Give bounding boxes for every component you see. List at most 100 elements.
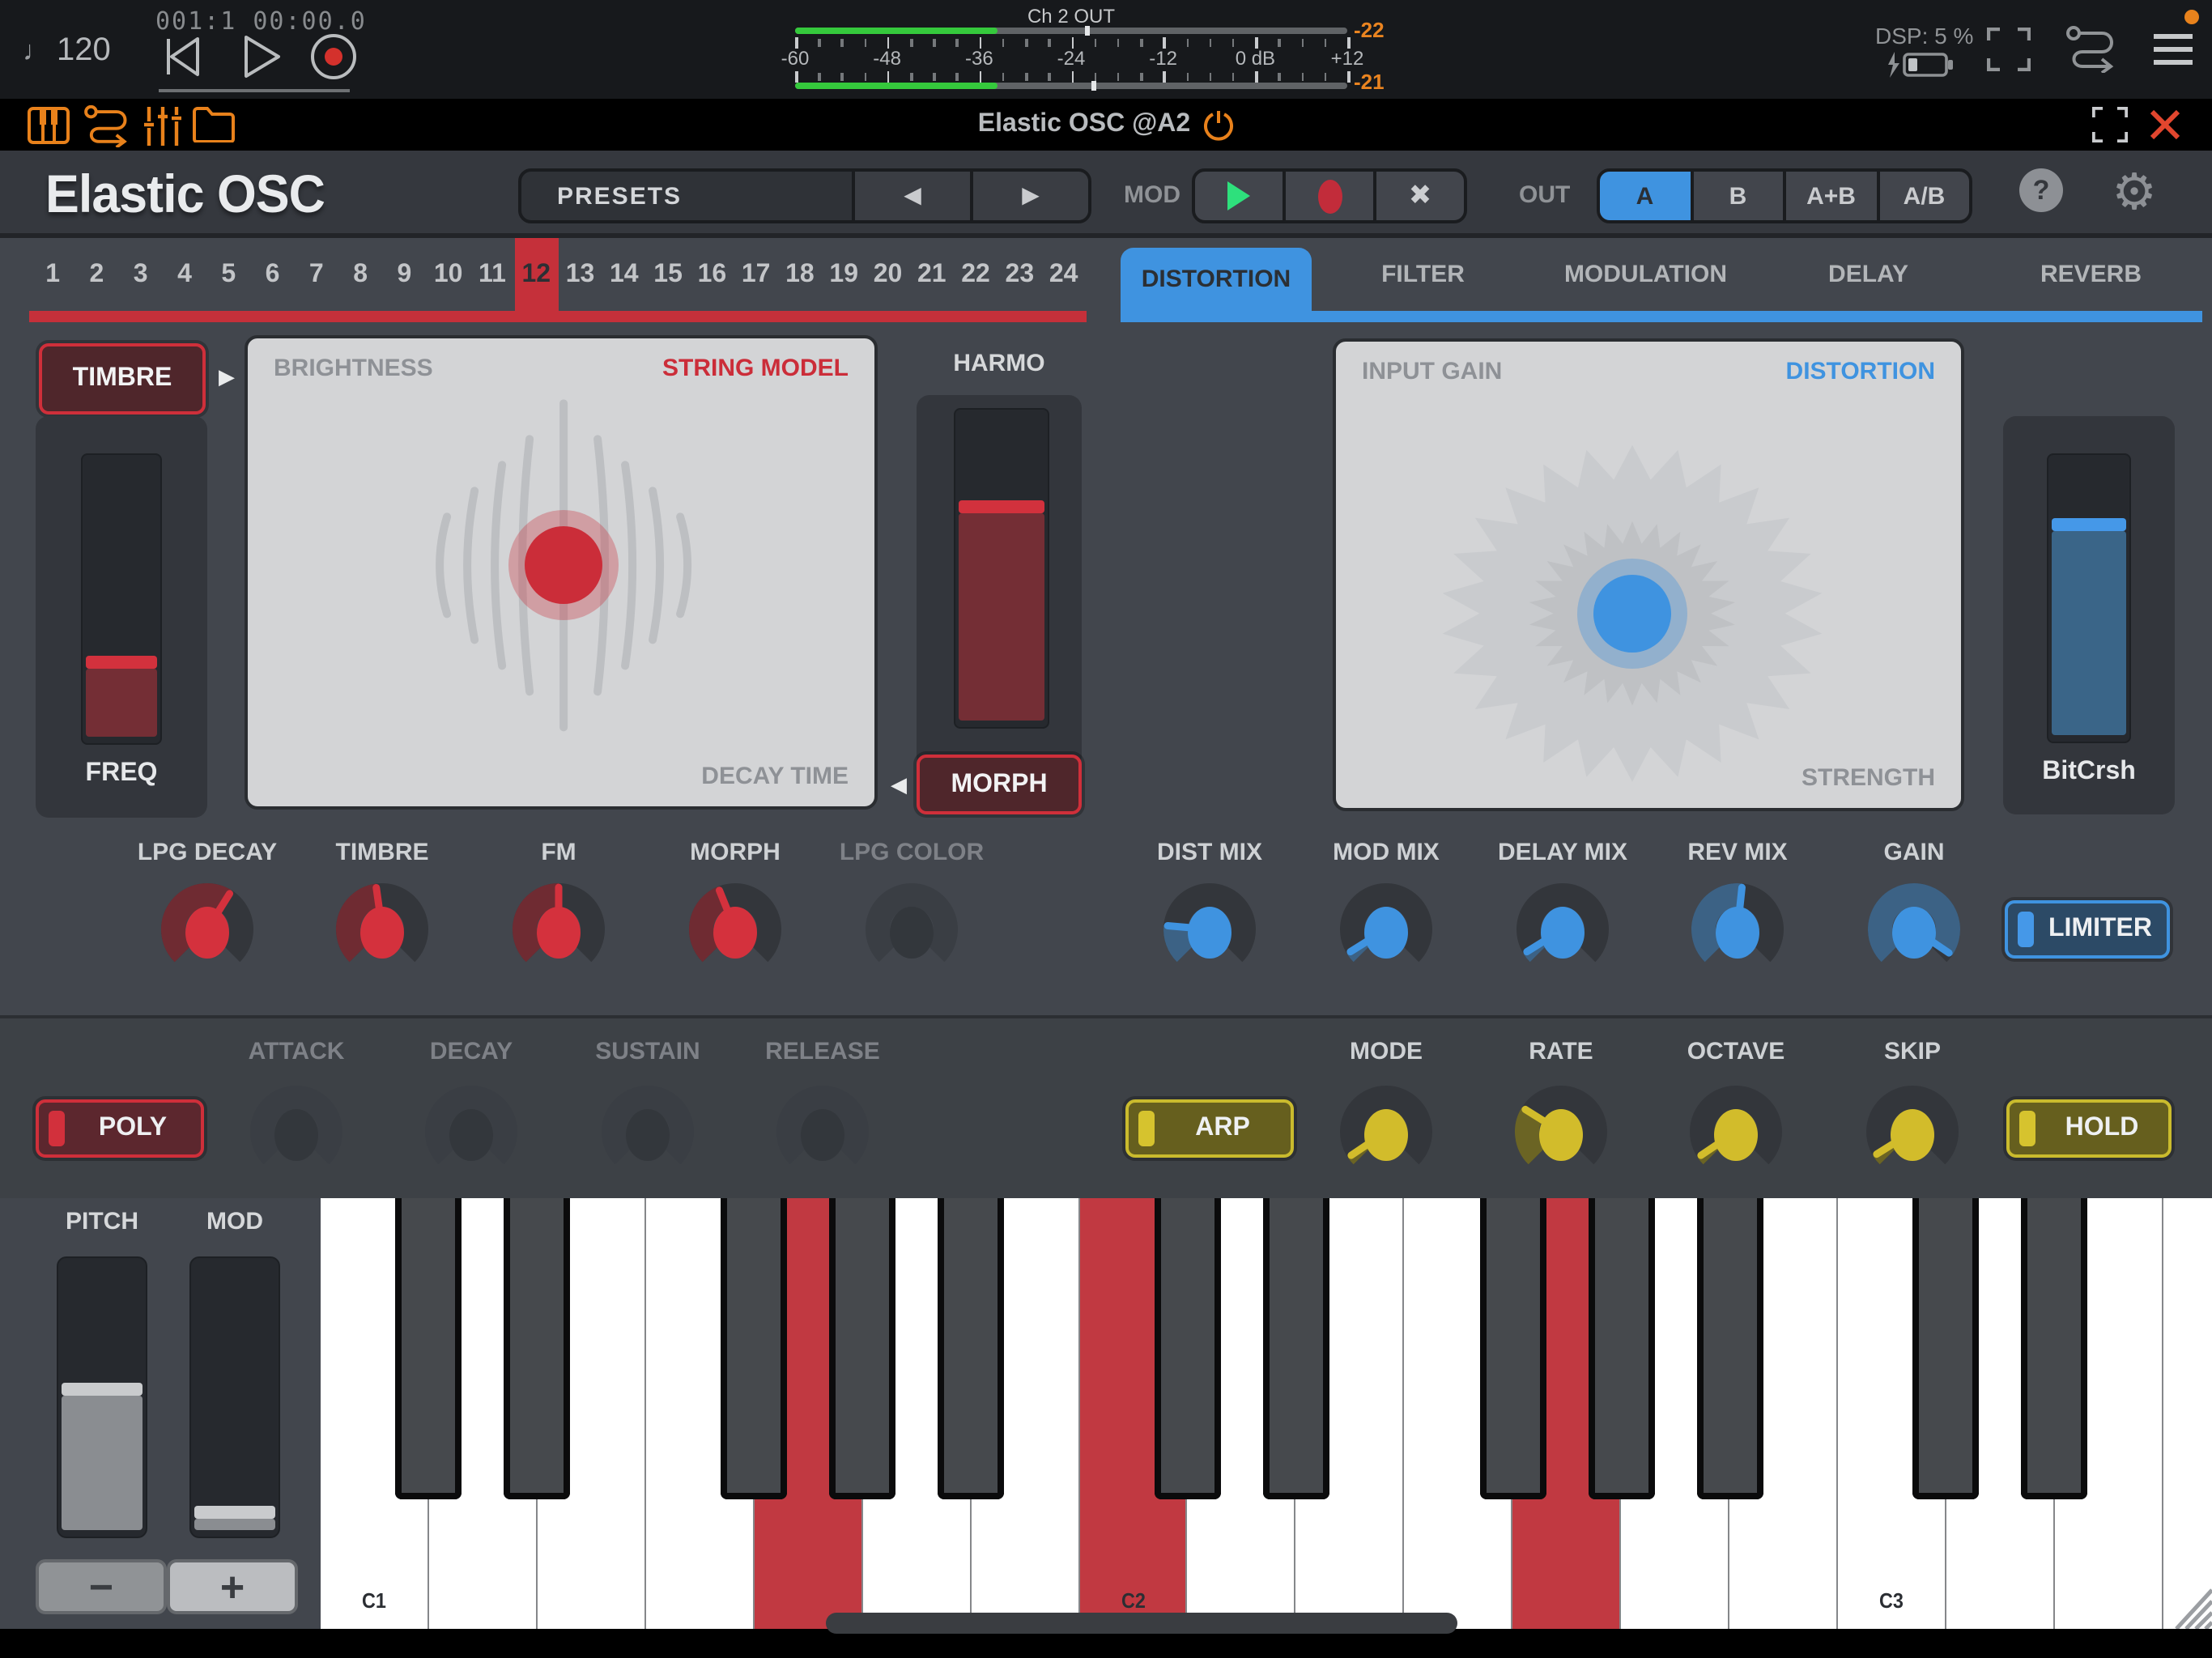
mod-wheel[interactable] (189, 1256, 280, 1538)
tab-delay[interactable]: DELAY (1757, 238, 1980, 311)
black-key-A#2[interactable] (1696, 1198, 1763, 1499)
timbre-mode-button[interactable]: TIMBRE (39, 343, 206, 414)
black-key-C#1[interactable] (396, 1198, 462, 1499)
string-model-xy-pad[interactable]: BRIGHTNESS STRING MODEL DECAY TIME (245, 335, 878, 810)
pattern-9[interactable]: 9 (382, 238, 426, 311)
tempo-control[interactable]: ♩ 120 (23, 32, 111, 70)
freq-slider[interactable] (81, 453, 162, 745)
harmo-slider[interactable] (954, 408, 1049, 729)
presets-button[interactable]: PRESETS (521, 172, 852, 220)
pattern-22[interactable]: 22 (954, 238, 998, 311)
pattern-17[interactable]: 17 (734, 238, 778, 311)
keyboard-scrollbar[interactable] (826, 1613, 1457, 1634)
black-key-C#2[interactable] (1155, 1198, 1221, 1499)
limiter-toggle[interactable]: LIMITER (2005, 900, 2170, 959)
out-a-slash-b-button[interactable]: A/B (1876, 172, 1969, 220)
knob-delay-mix[interactable] (1511, 874, 1614, 984)
pattern-19[interactable]: 19 (822, 238, 866, 311)
pad-puck[interactable] (1593, 575, 1671, 653)
out-ab-button[interactable]: A+B (1783, 172, 1876, 220)
tab-reverb[interactable]: REVERB (1980, 238, 2202, 311)
black-key-D#1[interactable] (504, 1198, 571, 1499)
meter-tick (1002, 39, 1005, 47)
knob-gain[interactable] (1862, 874, 1966, 984)
white-key-F3[interactable] (2163, 1198, 2212, 1629)
record-button[interactable] (313, 36, 355, 78)
knob-fm[interactable] (507, 874, 610, 984)
knob-mode[interactable] (1334, 1077, 1438, 1187)
meter-tick (1232, 73, 1235, 81)
pattern-10[interactable]: 10 (427, 238, 470, 311)
out-b-button[interactable]: B (1690, 172, 1783, 220)
pattern-15[interactable]: 15 (646, 238, 690, 311)
tab-underline (1121, 311, 2202, 322)
pattern-18[interactable]: 18 (778, 238, 822, 311)
black-key-F#2[interactable] (1479, 1198, 1546, 1499)
meter-tick (1117, 39, 1120, 47)
routing-icon[interactable] (2066, 26, 2118, 73)
knob-timbre[interactable] (330, 874, 434, 984)
morph-mode-button[interactable]: MORPH (917, 755, 1082, 814)
pattern-1[interactable]: 1 (31, 238, 74, 311)
skip-to-start-button[interactable] (168, 39, 198, 74)
arp-toggle[interactable]: ARP (1125, 1099, 1294, 1158)
black-key-C#3[interactable] (1913, 1198, 1980, 1499)
mod-record-button[interactable] (1283, 172, 1373, 220)
pattern-6[interactable]: 6 (250, 238, 294, 311)
tab-filter[interactable]: FILTER (1312, 238, 1534, 311)
settings-gear-button[interactable]: ⚙ (2105, 160, 2163, 225)
pattern-23[interactable]: 23 (998, 238, 1041, 311)
pattern-12[interactable]: 12 (514, 238, 558, 311)
black-key-G#2[interactable] (1588, 1198, 1654, 1499)
plugin-fullscreen-icon[interactable] (2092, 107, 2128, 142)
poly-toggle[interactable]: POLY (36, 1099, 204, 1158)
power-icon[interactable] (1203, 109, 1234, 140)
preset-prev-button[interactable]: ◀ (852, 172, 970, 220)
pattern-20[interactable]: 20 (866, 238, 909, 311)
preset-next-button[interactable]: ▶ (970, 172, 1088, 220)
black-key-F#1[interactable] (721, 1198, 787, 1499)
pattern-11[interactable]: 11 (470, 238, 514, 311)
black-key-G#1[interactable] (829, 1198, 895, 1499)
pattern-7[interactable]: 7 (295, 238, 338, 311)
knob-lpg-decay[interactable] (155, 874, 259, 984)
octave-down-button[interactable]: − (36, 1559, 167, 1614)
knob-octave[interactable] (1684, 1077, 1788, 1187)
knob-rate[interactable] (1509, 1077, 1613, 1187)
mod-clear-button[interactable]: ✖ (1373, 172, 1464, 220)
pattern-21[interactable]: 21 (910, 238, 954, 311)
knob-rev-mix[interactable] (1686, 874, 1789, 984)
out-a-button[interactable]: A (1600, 172, 1690, 220)
output-meter: Ch 2 OUT -60 -48 -36 -24 -12 0 dB +12 -2… (795, 0, 1347, 99)
black-key-A#1[interactable] (938, 1198, 1004, 1499)
fullscreen-icon[interactable] (1987, 28, 2031, 71)
bitcrsh-slider[interactable] (2047, 453, 2131, 743)
distortion-xy-pad[interactable]: INPUT GAIN DISTORTION STRENGTH (1333, 338, 1964, 811)
black-key-D#3[interactable] (2022, 1198, 2088, 1499)
octave-up-button[interactable]: + (167, 1559, 298, 1614)
knob-mod-mix[interactable] (1334, 874, 1438, 984)
knob-dist-mix[interactable] (1158, 874, 1261, 984)
play-button[interactable] (246, 37, 279, 76)
pattern-5[interactable]: 5 (206, 238, 250, 311)
tab-distortion[interactable]: DISTORTION (1121, 248, 1312, 311)
pattern-24[interactable]: 24 (1041, 238, 1085, 311)
pattern-3[interactable]: 3 (119, 238, 163, 311)
pattern-4[interactable]: 4 (163, 238, 206, 311)
hold-toggle[interactable]: HOLD (2006, 1099, 2172, 1158)
pitch-wheel[interactable] (57, 1256, 147, 1538)
tab-modulation[interactable]: MODULATION (1534, 238, 1757, 311)
black-key-D#2[interactable] (1263, 1198, 1329, 1499)
mod-play-button[interactable] (1195, 172, 1283, 220)
pattern-2[interactable]: 2 (74, 238, 118, 311)
knob-skip[interactable] (1861, 1077, 1964, 1187)
pattern-13[interactable]: 13 (558, 238, 602, 311)
close-icon[interactable] (2147, 107, 2183, 142)
pad-puck[interactable] (525, 526, 602, 604)
pattern-14[interactable]: 14 (602, 238, 646, 311)
resize-handle[interactable] (2160, 1574, 2212, 1629)
pattern-16[interactable]: 16 (690, 238, 734, 311)
pattern-8[interactable]: 8 (338, 238, 382, 311)
knob-morph[interactable] (683, 874, 787, 984)
help-button[interactable]: ? (2019, 168, 2063, 212)
